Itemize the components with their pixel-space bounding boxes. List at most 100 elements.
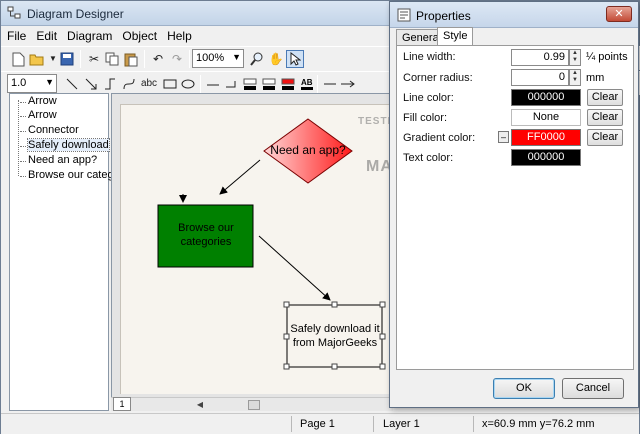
line-style-icon[interactable]	[204, 75, 222, 93]
paste-icon[interactable]	[122, 50, 140, 68]
text-color-icon[interactable]: AB	[298, 75, 316, 93]
new-icon[interactable]	[9, 50, 27, 68]
scroll-thumb[interactable]	[248, 400, 260, 410]
chevron-down-icon: ▼	[232, 52, 241, 62]
cut-icon[interactable]: ✂	[85, 50, 103, 68]
corner-style-icon[interactable]	[222, 75, 240, 93]
gradient-minus-button[interactable]: –	[498, 131, 509, 143]
process-text: Browse our categories	[178, 222, 234, 248]
zoom-select[interactable]: 100% ▼	[192, 49, 244, 68]
tree-item-label: Browse our categ	[28, 169, 114, 181]
close-icon: ✕	[614, 8, 624, 20]
copy-icon[interactable]	[103, 50, 121, 68]
toolbar-separator	[189, 50, 190, 68]
gradient-color-swatch[interactable]: FF0000	[511, 129, 581, 146]
status-coordinates: x=60.9 mm y=76.2 mm	[482, 418, 595, 430]
line-color-swatch[interactable]: 000000	[511, 89, 581, 106]
pointer-icon[interactable]	[286, 50, 304, 68]
scroll-left-icon[interactable]: ◀	[193, 398, 207, 411]
gradient-color-icon[interactable]	[279, 75, 297, 93]
redo-icon[interactable]: ↷	[168, 50, 186, 68]
text-color-swatch[interactable]: 000000	[511, 149, 581, 166]
tree-item[interactable]: Arrow	[20, 95, 57, 107]
properties-dialog: Properties ✕ General Style Line width: 0…	[389, 1, 639, 408]
line-width-select[interactable]: 1.0 ▼	[7, 74, 57, 93]
zoom-icon[interactable]	[248, 50, 266, 68]
dialog-title: Properties	[416, 9, 471, 23]
fill-color-clear-button[interactable]: Clear	[587, 109, 623, 126]
line-color-clear-button[interactable]: Clear	[587, 89, 623, 106]
toolbar-separator	[80, 50, 81, 68]
fill-color-label: Fill color:	[403, 112, 448, 124]
gradient-color-label: Gradient color:	[403, 132, 476, 144]
save-icon[interactable]	[58, 50, 76, 68]
cancel-button[interactable]: Cancel	[562, 378, 624, 399]
line-width-spinner[interactable]: ▲ ▼	[569, 49, 581, 66]
page-tab[interactable]: 1	[113, 397, 131, 411]
object-tree[interactable]: Arrow Arrow Connector Safely download Ne…	[9, 93, 114, 411]
tree-item-label: Need an app?	[28, 154, 98, 166]
line-width-unit: ¼ points	[586, 51, 628, 63]
tree-item[interactable]: Need an app?	[19, 154, 98, 166]
menu-edit[interactable]: Edit	[30, 27, 61, 43]
status-page: Page 1	[300, 418, 335, 430]
connector-tool-icon[interactable]	[101, 75, 119, 93]
status-divider	[473, 416, 474, 432]
menu-diagram[interactable]: Diagram	[61, 27, 116, 43]
tree-item[interactable]: Connector	[20, 124, 79, 136]
menu-object[interactable]: Object	[116, 27, 161, 43]
undo-icon[interactable]: ↶	[149, 50, 167, 68]
rectangle-tool-icon[interactable]	[161, 75, 179, 93]
tree-item-label: Connector	[28, 124, 79, 136]
line-color-icon[interactable]	[241, 75, 259, 93]
corner-radius-unit: mm	[586, 72, 605, 84]
properties-icon	[397, 8, 411, 22]
svg-text:AB: AB	[301, 78, 313, 87]
chevron-down-icon: ▼	[45, 77, 54, 87]
tree-item-label: Arrow	[28, 109, 57, 121]
line-tool-icon[interactable]	[63, 75, 81, 93]
tree-connector-line	[18, 100, 19, 176]
app-icon	[7, 6, 21, 19]
tab-style[interactable]: Style	[437, 27, 473, 46]
tree-item-label: Safely download	[27, 138, 110, 152]
toolbar-separator	[200, 75, 201, 93]
ok-button[interactable]: OK	[493, 378, 555, 399]
note-text: Safely download it from MajorGeeks	[290, 323, 380, 349]
toolbar-separator	[317, 75, 318, 93]
menu-help[interactable]: Help	[161, 27, 196, 43]
status-divider	[373, 416, 374, 432]
ellipse-tool-icon[interactable]	[179, 75, 197, 93]
line-width-input[interactable]: 0.99	[511, 49, 569, 66]
close-button[interactable]: ✕	[606, 6, 632, 22]
corner-radius-spinner[interactable]: ▲ ▼	[569, 69, 581, 86]
menu-file[interactable]: File	[1, 27, 30, 43]
tree-item-label: Arrow	[28, 95, 57, 107]
fill-color-icon[interactable]	[260, 75, 278, 93]
diagram-shapes	[157, 118, 386, 370]
text-color-label: Text color:	[403, 152, 454, 164]
status-divider	[291, 416, 292, 432]
corner-radius-input[interactable]: 0	[511, 69, 569, 86]
fill-color-swatch[interactable]: None	[511, 109, 581, 126]
text-tool-icon[interactable]: abc	[138, 75, 160, 93]
window-title: Diagram Designer	[27, 7, 124, 21]
line-end-icon[interactable]	[321, 75, 339, 93]
pan-icon[interactable]: ✋	[267, 50, 285, 68]
tree-item-selected[interactable]: Safely download	[20, 138, 110, 152]
horizontal-scrollbar[interactable]: ◀	[111, 397, 393, 411]
line-width-value: 1.0	[11, 77, 27, 89]
arrow-end-icon[interactable]	[339, 75, 357, 93]
tree-item[interactable]: Arrow	[20, 109, 57, 121]
arrow-connector[interactable]	[219, 159, 261, 195]
line-width-label: Line width:	[403, 51, 456, 63]
tree-item[interactable]: Browse our categ	[20, 169, 114, 181]
diagram-canvas[interactable]: Need an app? Browse our categories Safel…	[111, 93, 391, 411]
arrow-connector[interactable]	[258, 235, 331, 301]
gradient-color-clear-button[interactable]: Clear	[587, 129, 623, 146]
decision-text: Need an app?	[270, 143, 346, 157]
arrow-tool-icon[interactable]	[82, 75, 100, 93]
line-color-label: Line color:	[403, 92, 454, 104]
curve-tool-icon[interactable]	[120, 75, 138, 93]
tab-general[interactable]: General	[396, 29, 441, 45]
